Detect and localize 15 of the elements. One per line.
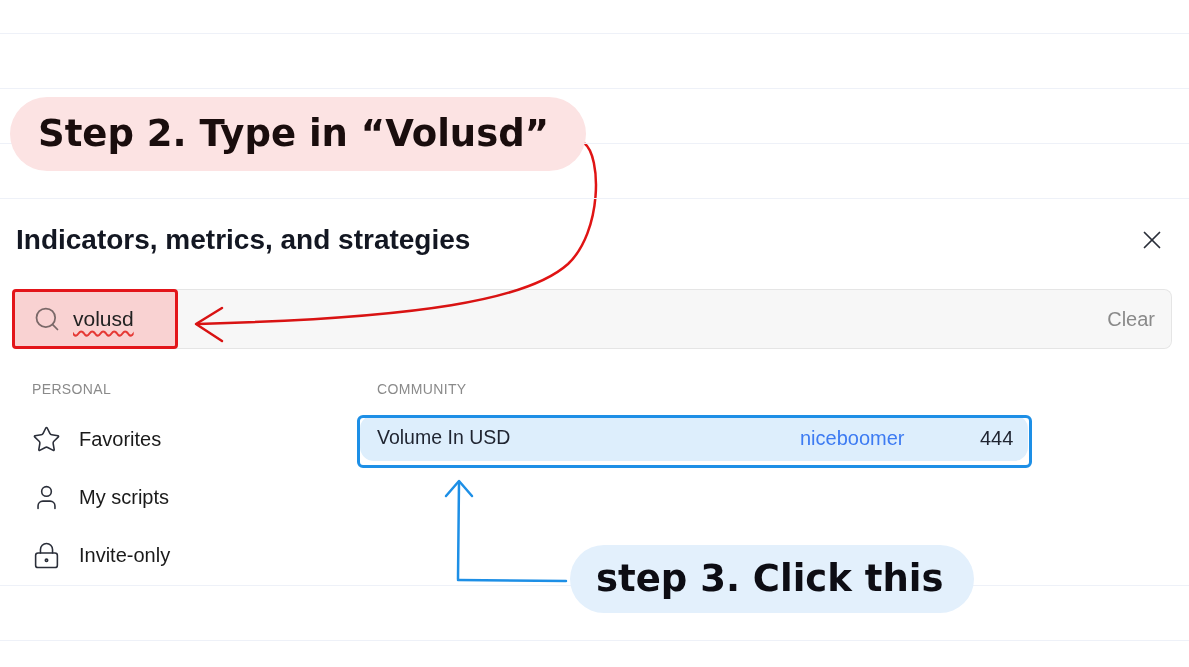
section-heading: PERSONAL: [32, 381, 113, 397]
callout-label: Step 2. Type in “Volusd”: [10, 97, 586, 171]
script-title: Volume In USD: [377, 425, 512, 451]
result-row[interactable]: Volume In USD niceboomer 444: [360, 415, 1028, 461]
category-item[interactable]: Invite-only: [32, 526, 332, 584]
search-field[interactable]: volusd Clear: [12, 289, 1172, 349]
dialog-title: Indicators, metrics, and strategies: [16, 225, 471, 255]
category-item[interactable]: My scripts: [32, 468, 332, 526]
category-item[interactable]: Favorites: [32, 410, 332, 468]
star-icon: [32, 424, 61, 454]
count-text: 444: [980, 426, 1014, 451]
lock-icon: [32, 540, 61, 570]
section-heading: COMMUNITY: [376, 381, 468, 397]
search-icon: [33, 305, 61, 333]
callout-label: step 3. Click this: [570, 545, 974, 613]
